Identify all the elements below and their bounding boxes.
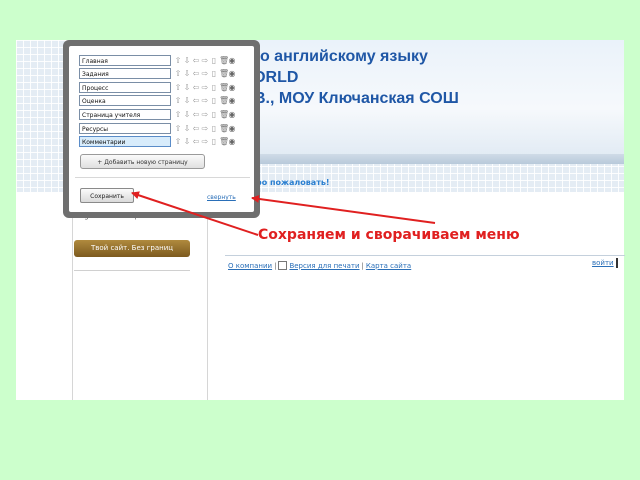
trash-icon[interactable]: 🗑 [219, 110, 229, 119]
menu-item-actions: ⇧ ⇩ ⇦ ⇨ ▯ 🗑 ◉ [174, 124, 236, 133]
menu-item-row: Страница учителя ⇧ ⇩ ⇦ ⇨ ▯ 🗑 ◉ [79, 108, 236, 120]
arrow-left-icon[interactable]: ⇦ [192, 69, 200, 78]
page-icon[interactable]: ▯ [210, 110, 218, 119]
footer-links: О компании | Версия для печати | Карта с… [228, 261, 411, 270]
menu-item-row: Ресурсы ⇧ ⇩ ⇦ ⇨ ▯ 🗑 ◉ [79, 122, 236, 134]
login-link[interactable]: войти [592, 259, 614, 267]
arrow-left-icon[interactable]: ⇦ [192, 56, 200, 65]
eye-icon[interactable]: ◉ [228, 69, 236, 78]
menu-item-row: Главная ⇧ ⇩ ⇦ ⇨ ▯ 🗑 ◉ [79, 54, 236, 66]
welcome-text: ро пожаловать! [256, 178, 330, 187]
arrow-right-icon[interactable]: ⇨ [201, 56, 209, 65]
menu-editor-panel: Главная ⇧ ⇩ ⇦ ⇨ ▯ 🗑 ◉ Задания ⇧ ⇩ ⇦ ⇨ ▯ 🗑 ◉ Процесс ⇧ ⇩ ⇦ ⇨ ▯… [69, 46, 254, 212]
footer-link-about[interactable]: О компании [228, 262, 272, 270]
arrow-right-icon[interactable]: ⇨ [201, 83, 209, 92]
page-icon[interactable]: ▯ [210, 69, 218, 78]
promo-button[interactable]: Твой сайт. Без границ [74, 240, 190, 257]
arrow-down-icon[interactable]: ⇩ [183, 69, 191, 78]
menu-item-name-input[interactable]: Комментарии [79, 136, 171, 148]
menu-item-name-input[interactable]: Главная [79, 54, 171, 66]
arrow-down-icon[interactable]: ⇩ [183, 83, 191, 92]
arrow-left-icon[interactable]: ⇦ [192, 124, 200, 133]
add-page-button-label: Добавить новую страницу [104, 159, 188, 166]
menu-item-name-input[interactable]: Ресурсы [79, 122, 171, 134]
footer-link-print[interactable]: Версия для печати [289, 262, 359, 270]
trash-icon[interactable]: 🗑 [219, 69, 229, 78]
arrow-left-icon[interactable]: ⇦ [192, 110, 200, 119]
arrow-up-icon[interactable]: ⇧ [174, 83, 182, 92]
menu-item-name-input[interactable]: Процесс [79, 81, 171, 93]
arrow-right-icon[interactable]: ⇨ [201, 137, 209, 146]
trash-icon[interactable]: 🗑 [219, 56, 229, 65]
site-title: т по английскому языку WORLD Н.В., МОУ К… [238, 46, 608, 109]
menu-item-row: Процесс ⇧ ⇩ ⇦ ⇨ ▯ 🗑 ◉ [79, 81, 236, 93]
collapse-link[interactable]: свернуть [207, 194, 236, 201]
popup-divider [75, 177, 250, 178]
menu-editor-popup: Главная ⇧ ⇩ ⇦ ⇨ ▯ 🗑 ◉ Задания ⇧ ⇩ ⇦ ⇨ ▯ 🗑 ◉ Процесс ⇧ ⇩ ⇦ ⇨ ▯… [63, 40, 260, 218]
arrow-up-icon[interactable]: ⇧ [174, 124, 182, 133]
arrow-down-icon[interactable]: ⇩ [183, 96, 191, 105]
menu-item-name-input[interactable]: Страница учителя [79, 108, 171, 120]
trash-icon[interactable]: 🗑 [219, 137, 229, 146]
menu-item-row: Задания ⇧ ⇩ ⇦ ⇨ ▯ 🗑 ◉ [79, 68, 236, 80]
trash-icon[interactable]: 🗑 [219, 83, 229, 92]
menu-item-row: Комментарии ⇧ ⇩ ⇦ ⇨ ▯ 🗑 ◉ [79, 136, 236, 148]
menu-item-actions: ⇧ ⇩ ⇦ ⇨ ▯ 🗑 ◉ [174, 69, 236, 78]
eye-icon[interactable]: ◉ [228, 83, 236, 92]
footer-separator: | [274, 261, 277, 270]
login-separator [616, 258, 618, 268]
arrow-down-icon[interactable]: ⇩ [183, 137, 191, 146]
menu-item-name-input[interactable]: Задания [79, 68, 171, 80]
printer-icon[interactable] [278, 261, 288, 270]
arrow-up-icon[interactable]: ⇧ [174, 137, 182, 146]
arrow-down-icon[interactable]: ⇩ [183, 56, 191, 65]
arrow-up-icon[interactable]: ⇧ [174, 69, 182, 78]
page-icon[interactable]: ▯ [210, 56, 218, 65]
save-button[interactable]: Сохранить [80, 188, 134, 203]
menu-item-actions: ⇧ ⇩ ⇦ ⇨ ▯ 🗑 ◉ [174, 110, 236, 119]
menu-item-actions: ⇧ ⇩ ⇦ ⇨ ▯ 🗑 ◉ [174, 96, 236, 105]
arrow-up-icon[interactable]: ⇧ [174, 96, 182, 105]
arrow-left-icon[interactable]: ⇦ [192, 96, 200, 105]
page-icon[interactable]: ▯ [210, 96, 218, 105]
arrow-right-icon[interactable]: ⇨ [201, 124, 209, 133]
header-bottom-bar [206, 154, 624, 164]
footer-separator-2: | [361, 261, 364, 270]
menu-item-actions: ⇧ ⇩ ⇦ ⇨ ▯ 🗑 ◉ [174, 137, 236, 146]
eye-icon[interactable]: ◉ [228, 96, 236, 105]
eye-icon[interactable]: ◉ [228, 110, 236, 119]
page-icon[interactable]: ▯ [210, 124, 218, 133]
eye-icon[interactable]: ◉ [228, 56, 236, 65]
eye-icon[interactable]: ◉ [228, 124, 236, 133]
site-title-line-2: WORLD [238, 69, 299, 86]
eye-icon[interactable]: ◉ [228, 137, 236, 146]
page-icon[interactable]: ▯ [210, 137, 218, 146]
arrow-down-icon[interactable]: ⇩ [183, 124, 191, 133]
arrow-right-icon[interactable]: ⇨ [201, 110, 209, 119]
arrow-left-icon[interactable]: ⇦ [192, 137, 200, 146]
arrow-down-icon[interactable]: ⇩ [183, 110, 191, 119]
page-icon[interactable]: ▯ [210, 83, 218, 92]
arrow-right-icon[interactable]: ⇨ [201, 96, 209, 105]
site-title-line-3: Н.В., МОУ Ключанская СОШ [238, 90, 459, 107]
arrow-left-icon[interactable]: ⇦ [192, 83, 200, 92]
menu-item-actions: ⇧ ⇩ ⇦ ⇨ ▯ 🗑 ◉ [174, 83, 236, 92]
arrow-right-icon[interactable]: ⇨ [201, 69, 209, 78]
add-page-button[interactable]: + Добавить новую страницу [80, 154, 205, 169]
trash-icon[interactable]: 🗑 [219, 96, 229, 105]
menu-item-name-input[interactable]: Оценка [79, 95, 171, 107]
left-column [72, 192, 208, 400]
annotation-caption: Сохраняем и сворачиваем меню [258, 227, 520, 243]
arrow-up-icon[interactable]: ⇧ [174, 110, 182, 119]
footer-link-sitemap[interactable]: Карта сайта [366, 262, 411, 270]
menu-item-row: Оценка ⇧ ⇩ ⇦ ⇨ ▯ 🗑 ◉ [79, 95, 236, 107]
footer-divider [225, 255, 625, 256]
menu-item-actions: ⇧ ⇩ ⇦ ⇨ ▯ 🗑 ◉ [174, 56, 236, 65]
plus-icon: + [97, 159, 103, 166]
trash-icon[interactable]: 🗑 [219, 124, 229, 133]
left-column-divider [74, 270, 190, 271]
site-title-line-1: т по английскому языку [238, 48, 428, 65]
arrow-up-icon[interactable]: ⇧ [174, 56, 182, 65]
